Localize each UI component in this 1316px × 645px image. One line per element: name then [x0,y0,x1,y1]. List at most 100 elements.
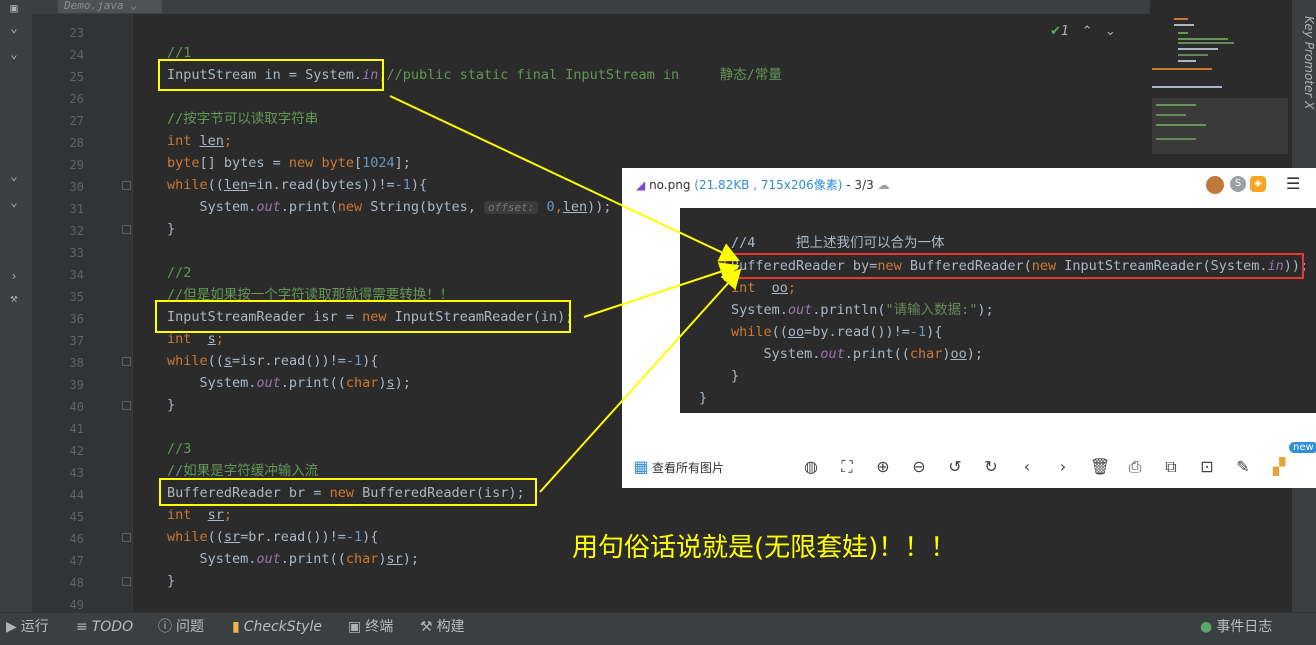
line-number: 43 [69,466,84,480]
todo-tab[interactable]: ≡ TODO [76,613,133,645]
line-number: 37 [69,334,84,348]
tool-window-strip: ▣ ⌄ ⌄ ⌄ ⌄ › ⚒ [0,0,33,612]
line-number: 35 [69,290,84,304]
code-line: System.out.print((char)s); [167,375,411,391]
new-badge: new [1289,442,1316,453]
image-icon: ◢ [636,178,646,192]
build-tab[interactable]: ⚒ 构建 [420,613,465,645]
line-number: 23 [69,26,84,40]
viewer-image: //4 把上述我们可以合为一体 BufferedReader by=new Bu… [680,208,1316,413]
line-number: 46 [69,532,84,546]
delete-icon[interactable]: 🗑 [1090,458,1110,476]
checkstyle-icon: ▮ [232,619,240,635]
avatar[interactable] [1206,176,1224,194]
annotation-box [159,478,537,506]
apps-icon[interactable]: ▞ [1270,458,1288,476]
copy-icon[interactable]: ⧉ [1162,458,1180,476]
fold-marker[interactable] [122,181,131,190]
line-number: 31 [69,202,84,216]
code-line: System.out.print(new String(bytes, offse… [167,199,612,215]
key-promoter-tab[interactable]: Key Promoter X [1296,16,1316,109]
tab-title: Demo.java [64,0,124,12]
crop-icon[interactable]: ⊡ [1198,458,1216,476]
view-all-images-link[interactable]: 查看所有图片 [652,459,724,476]
event-log-tab[interactable]: ● 事件日志 [1200,613,1272,645]
editor-tab[interactable]: Demo.java ⌄ [58,0,162,13]
previous-icon[interactable]: ‹ [1018,458,1036,476]
fit-screen-icon[interactable]: ⛶ [838,458,856,476]
gutter-divider [132,14,133,612]
minimap[interactable] [1148,14,1288,154]
s-badge-icon[interactable]: S [1230,176,1246,192]
wrench-icon[interactable]: ⚒ [6,292,22,304]
fold-marker[interactable] [122,357,131,366]
project-icon[interactable]: ▣ [6,2,22,14]
hammer-icon: ⚒ [420,619,433,635]
problems-tab[interactable]: ⓘ 问题 [158,613,204,645]
cloud-upload-icon: ☁ [877,178,890,192]
list-icon: ≡ [76,619,88,635]
line-number: 24 [69,48,84,62]
line-number: 39 [69,378,84,392]
zoom-out-icon[interactable]: ⊖ [910,458,928,476]
terminal-icon: ▣ [348,619,362,635]
line-number-gutter: 23 24 25 26 27 28 29 30 31 32 33 34 35 3… [32,14,132,612]
line-number: 42 [69,444,84,458]
line-number: 33 [69,246,84,260]
line-number: 48 [69,576,84,590]
code-line: //4 把上述我们可以合为一体 [731,235,945,251]
line-number: 47 [69,554,84,568]
line-number: 44 [69,488,84,502]
play-icon: ▶ [6,619,17,635]
fold-marker[interactable] [122,533,131,542]
line-number: 38 [69,356,84,370]
mouse-icon[interactable]: ◍ [802,458,820,476]
vip-icon[interactable]: ◈ [1250,176,1266,192]
checkstyle-tab[interactable]: ▮ CheckStyle [232,613,322,645]
chevron-down-icon[interactable]: ⌄ [6,48,22,60]
terminal-tab[interactable]: ▣ 终端 [348,613,393,645]
line-number: 34 [69,268,84,282]
chevron-right-icon[interactable]: › [6,270,22,282]
code-line: int sr; [167,507,233,523]
code-line: } [167,221,176,237]
menu-icon[interactable]: ☰ [1286,174,1300,193]
edit-icon[interactable]: ✎ [1234,458,1252,476]
code-line: } [699,390,708,406]
param-hint: offset: [484,201,539,214]
chevron-down-icon: ⌄ [1104,24,1116,39]
line-number: 45 [69,510,84,524]
rotate-left-icon[interactable]: ↺ [946,458,964,476]
print-icon[interactable]: ⎙ [1126,458,1144,476]
run-tab[interactable]: ▶ 运行 [6,613,49,645]
fold-marker[interactable] [122,401,131,410]
fold-marker[interactable] [122,225,131,234]
code-line: } [731,368,740,384]
line-number: 29 [69,158,84,172]
caption-text: 用句俗话说就是(无限套娃)！！！ [572,533,957,563]
editor-tab-bar [32,0,1150,14]
code-line: while((oo=by.read())!=-1){ [731,324,943,340]
chevron-down-icon[interactable]: ⌄ [6,22,22,34]
next-icon[interactable]: › [1054,458,1072,476]
zoom-in-icon[interactable]: ⊕ [874,458,892,476]
code-line: while((sr=br.read())!=-1){ [167,529,379,545]
chevron-down-icon[interactable]: ⌄ [6,170,22,182]
inspection-status[interactable]: ✔1 ⌃ ⌄ [1050,24,1116,39]
bottom-tool-bar: ▶ 运行 ≡ TODO ⓘ 问题 ▮ CheckStyle ▣ 终端 ⚒ 构建 ● 事件日志 [0,612,1316,645]
code-line: System.out.print((char)oo); [731,346,984,362]
info-icon: ⓘ [158,619,172,635]
fold-marker[interactable] [122,577,131,586]
code-line: while((len=in.read(bytes))!=-1){ [167,177,428,193]
code-line: } [167,573,176,589]
rotate-right-icon[interactable]: ↻ [982,458,1000,476]
grid-icon[interactable]: ▦ [632,458,650,476]
event-log-icon: ● [1200,619,1213,635]
code-line: byte[] bytes = new byte[1024]; [167,155,411,171]
code-line: int len; [167,133,233,149]
chevron-down-icon[interactable]: ⌄ [6,196,22,208]
highlight-box [724,253,1304,279]
line-number: 30 [69,180,84,194]
code-line: //3 [167,441,192,457]
line-number: 25 [69,70,84,84]
